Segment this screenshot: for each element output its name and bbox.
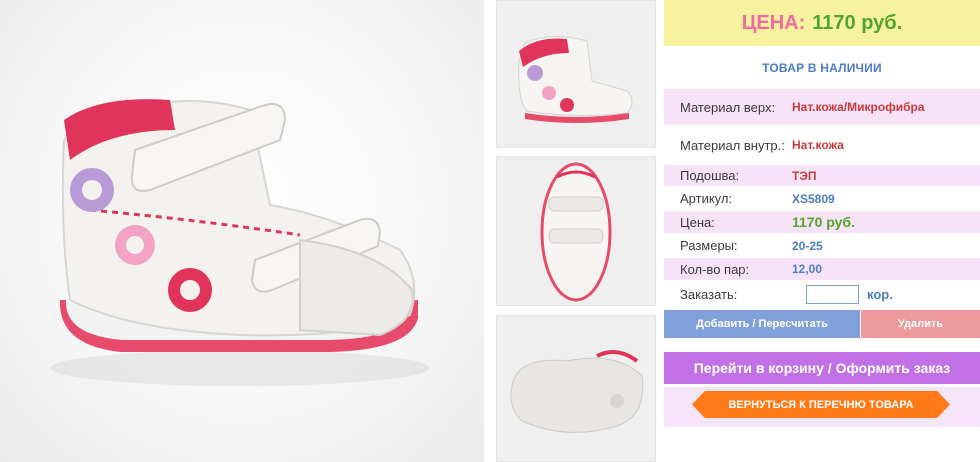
delete-button[interactable]: Удалить (861, 310, 980, 338)
spec-label: Кол-во пар: (680, 261, 750, 277)
spec-label: Материал верх: (680, 99, 776, 115)
spec-value: Нат.кожа/Микрофибра (792, 100, 925, 114)
spec-row-material-upper: Материал верх: Нат.кожа/Микрофибра (664, 89, 980, 125)
order-row: Заказать: кор. (664, 283, 980, 305)
price-value: 1170 руб. (812, 11, 903, 34)
stock-status: ТОВАР В НАЛИЧИИ (762, 61, 882, 75)
back-button-container: ВЕРНУТЬСЯ К ПЕРЕЧНЮ ТОВАРА (664, 387, 980, 427)
spec-label: Размеры: (680, 238, 738, 253)
price-label: ЦЕНА: (741, 11, 806, 34)
thumbnail-top[interactable] (496, 156, 656, 306)
back-to-list-button[interactable]: ВЕРНУТЬСЯ К ПЕРЕЧНЮ ТОВАРА (692, 391, 950, 418)
go-to-cart-button[interactable]: Перейти в корзину / Оформить заказ (664, 352, 980, 384)
thumbnail-sole[interactable] (496, 315, 656, 462)
spec-label: Материал внутр.: (680, 137, 785, 153)
spec-row-article: Артикул: XS5809 (664, 188, 980, 209)
spec-value: 20-25 (792, 238, 823, 253)
spec-row-price: Цена: 1170 руб. (664, 211, 980, 233)
spec-value: Нат.кожа (792, 138, 844, 152)
spec-row-sizes: Размеры: 20-25 (664, 235, 980, 256)
spec-value: XS5809 (792, 191, 835, 206)
main-product-image (0, 0, 484, 462)
thumbnail-side[interactable] (496, 0, 656, 148)
product-page: ЦЕНА: 1170 руб. ТОВАР В НАЛИЧИИ Материал… (0, 0, 980, 462)
spec-label: Артикул: (680, 191, 733, 206)
spec-value: 1170 руб. (792, 214, 855, 230)
spec-row-sole: Подошва: ТЭП (664, 165, 980, 186)
spec-value: 12,00 (792, 262, 823, 276)
price-header: ЦЕНА: 1170 руб. (664, 0, 980, 46)
spec-value: ТЭП (792, 168, 817, 183)
product-info-panel: ЦЕНА: 1170 руб. ТОВАР В НАЛИЧИИ Материал… (664, 0, 980, 462)
add-recalculate-button[interactable]: Добавить / Пересчитать (664, 310, 860, 338)
spec-label: Подошва: (680, 168, 740, 183)
order-unit: кор. (867, 286, 893, 302)
spec-label: Цена: (680, 214, 715, 230)
spec-row-pairs: Кол-во пар: 12,00 (664, 258, 980, 280)
spec-row-material-inner: Материал внутр.: Нат.кожа (664, 127, 980, 163)
order-label: Заказать: (680, 286, 738, 302)
order-quantity-input[interactable] (806, 284, 859, 304)
